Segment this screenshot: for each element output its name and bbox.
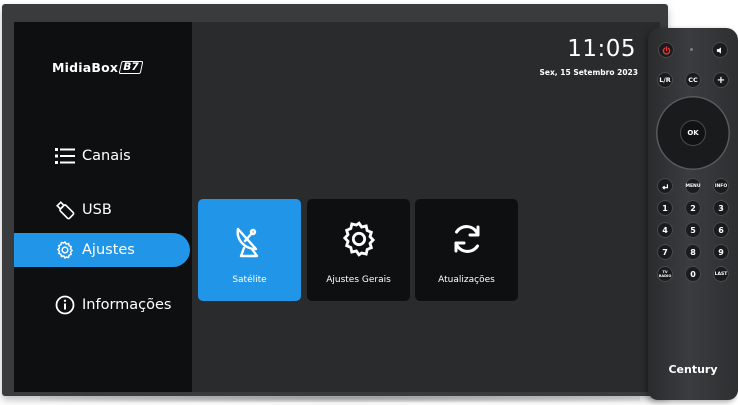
- digit-8-button[interactable]: 8: [685, 244, 701, 260]
- sidebar-item-label: Ajustes: [82, 242, 135, 258]
- power-button[interactable]: [658, 42, 674, 58]
- tile-atualizacoes[interactable]: Atualizações: [415, 199, 518, 301]
- satellite-dish-icon: [228, 217, 272, 261]
- tv-screen: MidiaBox B7 Canais USB Ajustes Informaçõ…: [14, 22, 660, 392]
- product-scene: MidiaBox B7 Canais USB Ajustes Informaçõ…: [0, 0, 738, 405]
- sidebar-item-informacoes[interactable]: Informações: [14, 288, 192, 322]
- remote-control: L/R CC + OK MENU INFO 1 2 3 4 5 6 7 8 9 …: [648, 28, 738, 400]
- tvradio-button[interactable]: TV RADIO: [657, 266, 673, 282]
- sidebar-item-canais[interactable]: Canais: [14, 139, 192, 173]
- last-button[interactable]: LAST: [713, 266, 729, 282]
- digit-5-button[interactable]: 5: [685, 222, 701, 238]
- tile-satelite[interactable]: Satélite: [198, 199, 301, 301]
- digit-2-button[interactable]: 2: [685, 200, 701, 216]
- sidebar-item-label: Canais: [82, 148, 131, 164]
- mute-icon: [716, 46, 721, 54]
- back-icon: [662, 184, 668, 190]
- brand-logo-text: MidiaBox: [52, 60, 119, 75]
- digit-4-button[interactable]: 4: [657, 222, 673, 238]
- sidebar-item-usb[interactable]: USB: [14, 193, 192, 227]
- refresh-icon: [445, 217, 489, 261]
- tile-label: Satélite: [232, 275, 267, 285]
- digit-9-button[interactable]: 9: [713, 244, 729, 260]
- back-button[interactable]: [657, 178, 673, 194]
- menu-button[interactable]: MENU: [685, 178, 701, 194]
- digit-1-button[interactable]: 1: [657, 200, 673, 216]
- digit-0-button[interactable]: 0: [685, 266, 701, 282]
- clock-date: Sex, 15 Setembro 2023: [539, 68, 638, 77]
- sidebar-item-ajustes[interactable]: Ajustes: [14, 233, 190, 267]
- tile-label: Atualizações: [438, 275, 495, 285]
- usb-drive-icon: [54, 199, 76, 221]
- lr-button[interactable]: L/R: [657, 72, 673, 88]
- tile-ajustes-gerais[interactable]: Ajustes Gerais: [307, 199, 410, 301]
- volume-up-button[interactable]: +: [713, 72, 729, 88]
- gear-icon: [54, 239, 76, 261]
- mute-button[interactable]: [712, 42, 728, 58]
- dpad[interactable]: OK: [656, 96, 730, 170]
- tv-frame: MidiaBox B7 Canais USB Ajustes Informaçõ…: [2, 4, 668, 396]
- power-icon: [662, 45, 670, 55]
- info-button[interactable]: INFO: [713, 178, 729, 194]
- brand-logo: MidiaBox B7: [52, 60, 144, 75]
- gear-icon: [337, 217, 381, 261]
- ok-button[interactable]: OK: [681, 121, 705, 145]
- digit-3-button[interactable]: 3: [713, 200, 729, 216]
- cc-button[interactable]: CC: [685, 72, 701, 88]
- sidebar: MidiaBox B7 Canais USB Ajustes Informaçõ…: [14, 22, 192, 392]
- remote-led: [690, 48, 693, 51]
- digit-6-button[interactable]: 6: [713, 222, 729, 238]
- clock-time: 11:05: [567, 36, 636, 62]
- tile-label: Ajustes Gerais: [326, 275, 391, 285]
- digit-7-button[interactable]: 7: [657, 244, 673, 260]
- sidebar-item-label: USB: [82, 202, 112, 218]
- remote-brand-logo: Century: [668, 363, 718, 376]
- brand-logo-badge: B7: [118, 61, 144, 74]
- list-icon: [54, 145, 76, 167]
- info-icon: [54, 294, 76, 316]
- sidebar-item-label: Informações: [82, 297, 172, 313]
